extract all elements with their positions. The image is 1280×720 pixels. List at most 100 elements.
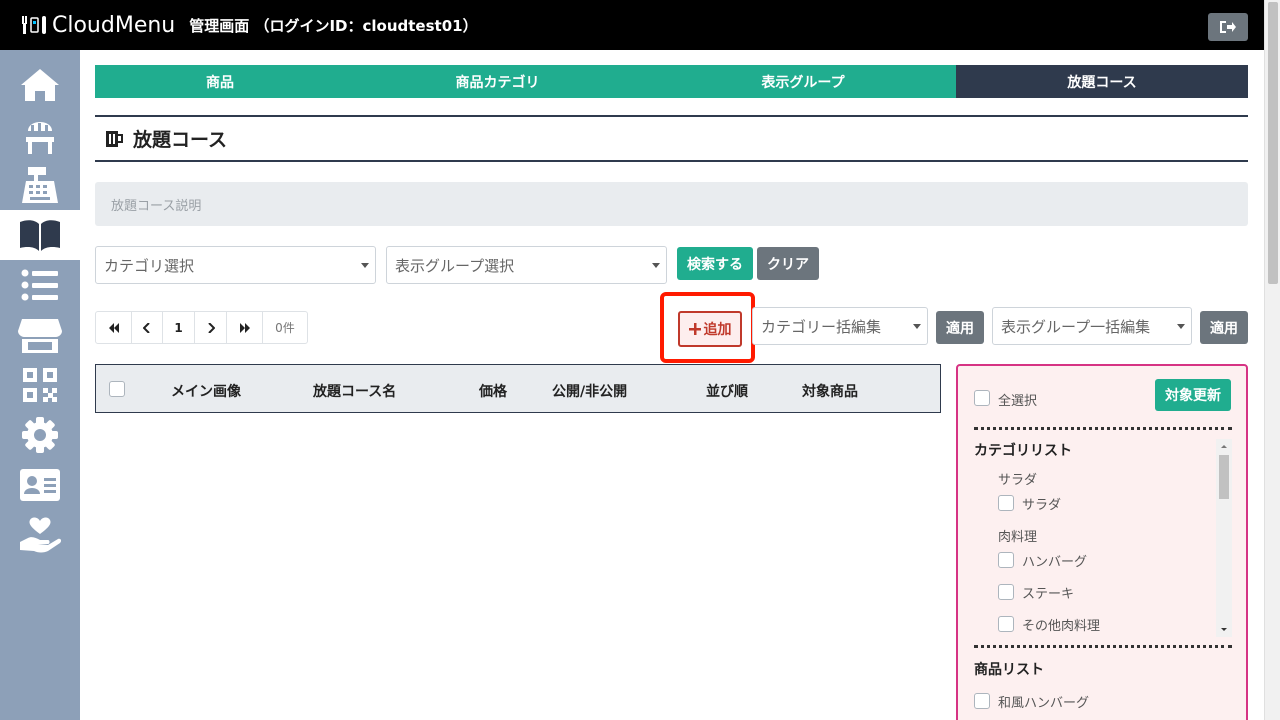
top-header: CloudMenu 管理画面 （ログインID：cloudtest01） bbox=[0, 0, 1264, 50]
chevron-down-icon bbox=[361, 263, 369, 268]
chevron-down-icon bbox=[652, 263, 660, 268]
fork-knife-icon bbox=[20, 14, 50, 36]
sidebar-item-care[interactable] bbox=[0, 510, 80, 560]
header-title: 管理画面 （ログインID：cloudtest01） bbox=[189, 16, 478, 35]
category-bulk-edit-value: カテゴリー括編集 bbox=[761, 317, 882, 336]
course-description-field[interactable]: 放題コース説明 bbox=[95, 182, 1248, 226]
scroll-down-arrow-icon bbox=[1221, 628, 1227, 631]
column-header-sort-order[interactable]: 並び順 bbox=[706, 381, 748, 401]
category-checkbox[interactable] bbox=[998, 584, 1014, 600]
double-chevron-left-icon bbox=[108, 322, 119, 333]
category-checkbox[interactable] bbox=[998, 495, 1014, 511]
prev-page-button[interactable] bbox=[132, 312, 163, 343]
tab-products[interactable]: 商品 bbox=[95, 65, 345, 98]
category-checkbox[interactable] bbox=[998, 552, 1014, 568]
product-item-label: 和風ハンバーグ bbox=[998, 696, 1090, 711]
divider bbox=[974, 645, 1232, 648]
sidebar-item-qr[interactable] bbox=[0, 360, 80, 410]
select-all-label: 全選択 bbox=[998, 394, 1038, 409]
logout-button[interactable] bbox=[1208, 13, 1248, 41]
category-item-label: その他肉料理 bbox=[1022, 619, 1101, 634]
sidebar-item-register[interactable] bbox=[0, 160, 80, 210]
select-all-rows-checkbox[interactable] bbox=[109, 381, 125, 397]
group-bulk-edit-value: 表示グループ一括編集 bbox=[1001, 317, 1151, 336]
column-header-price[interactable]: 価格 bbox=[479, 381, 507, 401]
apply-category-button[interactable]: 適用 bbox=[936, 311, 984, 344]
clear-button[interactable]: クリア bbox=[757, 247, 819, 280]
sidebar bbox=[0, 50, 80, 720]
tab-bar: 商品 商品カテゴリ 表示グループ 放題コース bbox=[95, 65, 1248, 98]
result-count: 0件 bbox=[275, 321, 295, 335]
sidebar-item-store[interactable] bbox=[0, 310, 80, 360]
category-item-label: ハンバーグ bbox=[1022, 555, 1088, 570]
tab-all-you-can-courses[interactable]: 放題コース bbox=[956, 65, 1248, 98]
logo-text: CloudMenu bbox=[52, 12, 176, 38]
category-select-value: カテゴリ選択 bbox=[104, 256, 195, 275]
tab-display-groups[interactable]: 表示グループ bbox=[650, 65, 956, 98]
hand-heart-icon bbox=[20, 517, 62, 553]
sidebar-item-list[interactable] bbox=[0, 260, 80, 310]
column-header-target-products[interactable]: 対象商品 bbox=[802, 381, 858, 401]
sidebar-item-account[interactable] bbox=[0, 460, 80, 510]
current-page[interactable]: 1 bbox=[163, 312, 195, 343]
page-scrollbar[interactable] bbox=[1264, 0, 1280, 720]
column-header-visibility[interactable]: 公開/非公開 bbox=[552, 381, 627, 401]
id-card-icon bbox=[20, 469, 60, 501]
chevron-right-icon bbox=[207, 322, 215, 333]
sidebar-item-menu[interactable] bbox=[0, 210, 80, 260]
tab-product-categories[interactable]: 商品カテゴリ bbox=[345, 65, 650, 98]
search-button[interactable]: 検索する bbox=[677, 247, 753, 280]
last-page-button[interactable] bbox=[227, 312, 263, 343]
select-all-checkbox[interactable] bbox=[974, 390, 990, 406]
category-item-label: ステーキ bbox=[1022, 587, 1075, 602]
store-icon bbox=[18, 319, 62, 353]
list-icon bbox=[21, 269, 58, 301]
category-list-title: カテゴリリスト bbox=[974, 443, 1072, 459]
chevron-left-icon bbox=[143, 322, 150, 333]
category-bulk-edit-select[interactable]: カテゴリー括編集 bbox=[752, 307, 928, 345]
add-button-label: 追加 bbox=[703, 322, 732, 338]
sidebar-item-table[interactable] bbox=[0, 110, 80, 160]
course-table-header: メイン画像 放題コース名 価格 公開/非公開 並び順 対象商品 bbox=[95, 364, 941, 413]
plus-icon bbox=[688, 323, 701, 335]
qrcode-icon bbox=[23, 368, 57, 402]
target-products-panel: 全選択 対象更新 カテゴリリスト サラダ サラダ 肉料理 ハンバーグ ステーキ … bbox=[956, 364, 1248, 720]
category-group-label: サラダ bbox=[998, 473, 1038, 488]
mug-icon bbox=[106, 130, 123, 147]
gear-icon bbox=[22, 417, 58, 453]
column-header-main-image[interactable]: メイン画像 bbox=[171, 381, 241, 401]
product-list-title: 商品リスト bbox=[974, 662, 1044, 678]
category-checkbox[interactable] bbox=[998, 616, 1014, 632]
sidebar-item-home[interactable] bbox=[0, 60, 80, 110]
update-targets-button[interactable]: 対象更新 bbox=[1155, 379, 1231, 411]
add-button[interactable]: 追加 bbox=[678, 311, 742, 347]
category-group-label: 肉料理 bbox=[998, 530, 1038, 545]
apply-group-button[interactable]: 適用 bbox=[1200, 311, 1248, 344]
sign-out-icon bbox=[1220, 21, 1236, 33]
pagination: 1 0件 bbox=[95, 311, 308, 344]
display-group-select-value: 表示グループ選択 bbox=[395, 256, 515, 275]
page-title-row: 放題コース bbox=[95, 115, 1248, 162]
cash-register-icon bbox=[22, 167, 58, 203]
display-group-select[interactable]: 表示グループ選択 bbox=[386, 246, 667, 284]
column-header-course-name[interactable]: 放題コース名 bbox=[313, 381, 396, 401]
first-page-button[interactable] bbox=[96, 312, 132, 343]
double-chevron-right-icon bbox=[239, 322, 250, 333]
page-title: 放題コース bbox=[133, 129, 228, 151]
category-list-scrollbar[interactable] bbox=[1216, 439, 1232, 637]
book-open-icon bbox=[20, 220, 60, 251]
divider bbox=[974, 427, 1232, 430]
category-list-scrollbar-thumb[interactable] bbox=[1219, 455, 1229, 499]
chair-icon bbox=[26, 122, 54, 154]
home-icon bbox=[21, 69, 59, 101]
app-logo[interactable]: CloudMenu bbox=[20, 13, 175, 38]
page-scrollbar-thumb[interactable] bbox=[1268, 2, 1278, 284]
sidebar-item-settings[interactable] bbox=[0, 410, 80, 460]
group-bulk-edit-select[interactable]: 表示グループ一括編集 bbox=[992, 307, 1192, 345]
chevron-down-icon bbox=[913, 324, 921, 329]
category-item-label: サラダ bbox=[1022, 498, 1062, 513]
category-select[interactable]: カテゴリ選択 bbox=[95, 246, 376, 284]
product-checkbox[interactable] bbox=[974, 693, 990, 709]
scroll-up-arrow-icon bbox=[1221, 445, 1227, 448]
next-page-button[interactable] bbox=[195, 312, 227, 343]
